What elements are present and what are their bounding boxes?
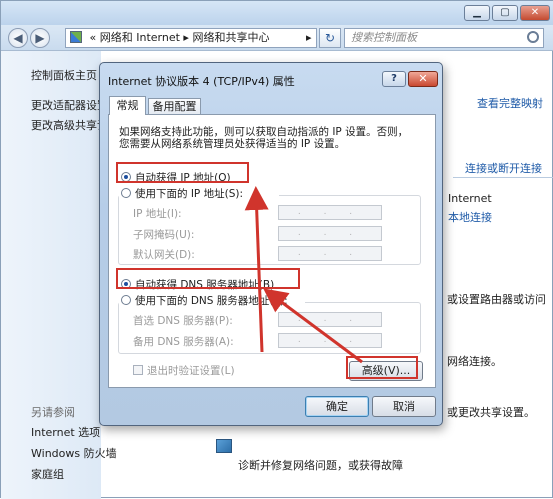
ipv4-properties-dialog: Internet 协议版本 4 (TCP/IPv4) 属性 ? ✕ 常规 备用配… <box>99 62 443 426</box>
address-chevron: « <box>89 31 97 44</box>
forward-button[interactable]: ▶ <box>30 28 50 48</box>
dialog-title: Internet 协议版本 4 (TCP/IPv4) 属性 <box>108 75 295 88</box>
maximize-button[interactable]: ▢ <box>492 5 518 21</box>
window-titlebar: ▁ ▢ ✕ <box>1 1 553 25</box>
search-input[interactable]: 搜索控制面板 <box>344 28 544 48</box>
intro-text-line2: 您需要从网络系统管理员处获得适当的 IP 设置。 <box>119 138 346 150</box>
manual-ip-label[interactable]: 使用下面的 IP 地址(S): <box>135 186 243 201</box>
subnet-mask-field[interactable]: . . . <box>278 226 382 241</box>
manual-dns-radio[interactable] <box>121 295 131 305</box>
breadcrumb-network-center[interactable]: 网络和共享中心 <box>192 31 269 44</box>
preferred-dns-field[interactable]: . . . <box>278 312 382 327</box>
auto-ip-radio[interactable] <box>121 172 131 182</box>
tab-alternate-config[interactable]: 备用配置 <box>148 98 201 115</box>
advanced-button[interactable]: 高级(V)... <box>349 361 423 381</box>
breadcrumb-separator: ▸ <box>183 31 189 44</box>
breadcrumb-separator: ▸ <box>306 31 312 44</box>
address-bar[interactable]: « 网络和 Internet ▸ 网络和共享中心 ▸ <box>65 28 317 48</box>
search-placeholder: 搜索控制面板 <box>351 31 417 44</box>
router-setup-text: 或设置路由器或访问 <box>447 293 546 306</box>
see-also-heading: 另请参阅 <box>31 406 75 419</box>
network-connection-text: 网络连接。 <box>447 355 502 368</box>
control-panel-icon <box>70 31 82 43</box>
gateway-label: 默认网关(D): <box>133 249 195 261</box>
sidebar-internet-options-link[interactable]: Internet 选项 <box>31 424 100 440</box>
dialog-close-button[interactable]: ✕ <box>408 71 438 87</box>
tab-general[interactable]: 常规 <box>109 96 146 115</box>
search-icon <box>527 31 539 43</box>
sidebar-change-adapter-link[interactable]: 更改适配器设置 <box>31 97 108 113</box>
troubleshoot-icon <box>216 439 232 453</box>
cancel-button[interactable]: 取消 <box>372 396 436 417</box>
alternate-dns-field[interactable]: . . . <box>278 333 382 348</box>
auto-dns-radio[interactable] <box>121 279 131 289</box>
preferred-dns-label: 首选 DNS 服务器(P): <box>133 315 233 327</box>
manual-ip-radio[interactable] <box>121 188 131 198</box>
access-type-internet: Internet <box>448 192 492 205</box>
auto-dns-label[interactable]: 自动获得 DNS 服务器地址(B) <box>135 277 274 292</box>
refresh-button[interactable]: ↻ <box>319 28 341 48</box>
window-close-button[interactable]: ✕ <box>520 5 550 21</box>
auto-ip-label[interactable]: 自动获得 IP 地址(O) <box>135 170 231 185</box>
breadcrumb-network-internet[interactable]: 网络和 Internet <box>100 31 180 44</box>
ok-button[interactable]: 确定 <box>305 396 369 417</box>
alternate-dns-label: 备用 DNS 服务器(A): <box>133 336 234 348</box>
help-button[interactable]: ? <box>382 71 406 87</box>
ip-address-field[interactable]: . . . <box>278 205 382 220</box>
local-connection-link[interactable]: 本地连接 <box>448 209 492 225</box>
validate-label[interactable]: 退出时验证设置(L) <box>147 363 235 378</box>
back-button[interactable]: ◀ <box>8 28 28 48</box>
connect-disconnect-link[interactable]: 连接或断开连接 <box>465 160 542 176</box>
sidebar-home-link[interactable]: 控制面板主页 <box>31 67 97 83</box>
change-sharing-text: 或更改共享设置。 <box>447 406 535 419</box>
see-full-map-link[interactable]: 查看完整映射 <box>477 95 543 111</box>
gateway-field[interactable]: . . . <box>278 246 382 261</box>
address-toolbar: ◀ ▶ « 网络和 Internet ▸ 网络和共享中心 ▸ ↻ 搜索控制面板 <box>1 25 553 51</box>
section-divider <box>453 177 553 178</box>
ip-address-label: IP 地址(I): <box>133 208 182 220</box>
sidebar-firewall-link[interactable]: Windows 防火墙 <box>31 445 117 461</box>
validate-checkbox[interactable] <box>133 365 143 375</box>
general-tab-panel: 如果网络支持此功能，则可以获取自动指派的 IP 设置。否则， 您需要从网络系统管… <box>108 114 436 388</box>
minimize-button[interactable]: ▁ <box>464 5 490 21</box>
troubleshoot-text: 诊断并修复网络问题，或获得故障 <box>238 459 403 472</box>
sidebar-homegroup-link[interactable]: 家庭组 <box>31 466 64 482</box>
manual-dns-label[interactable]: 使用下面的 DNS 服务器地址(E): <box>135 293 288 308</box>
subnet-mask-label: 子网掩码(U): <box>133 229 195 241</box>
